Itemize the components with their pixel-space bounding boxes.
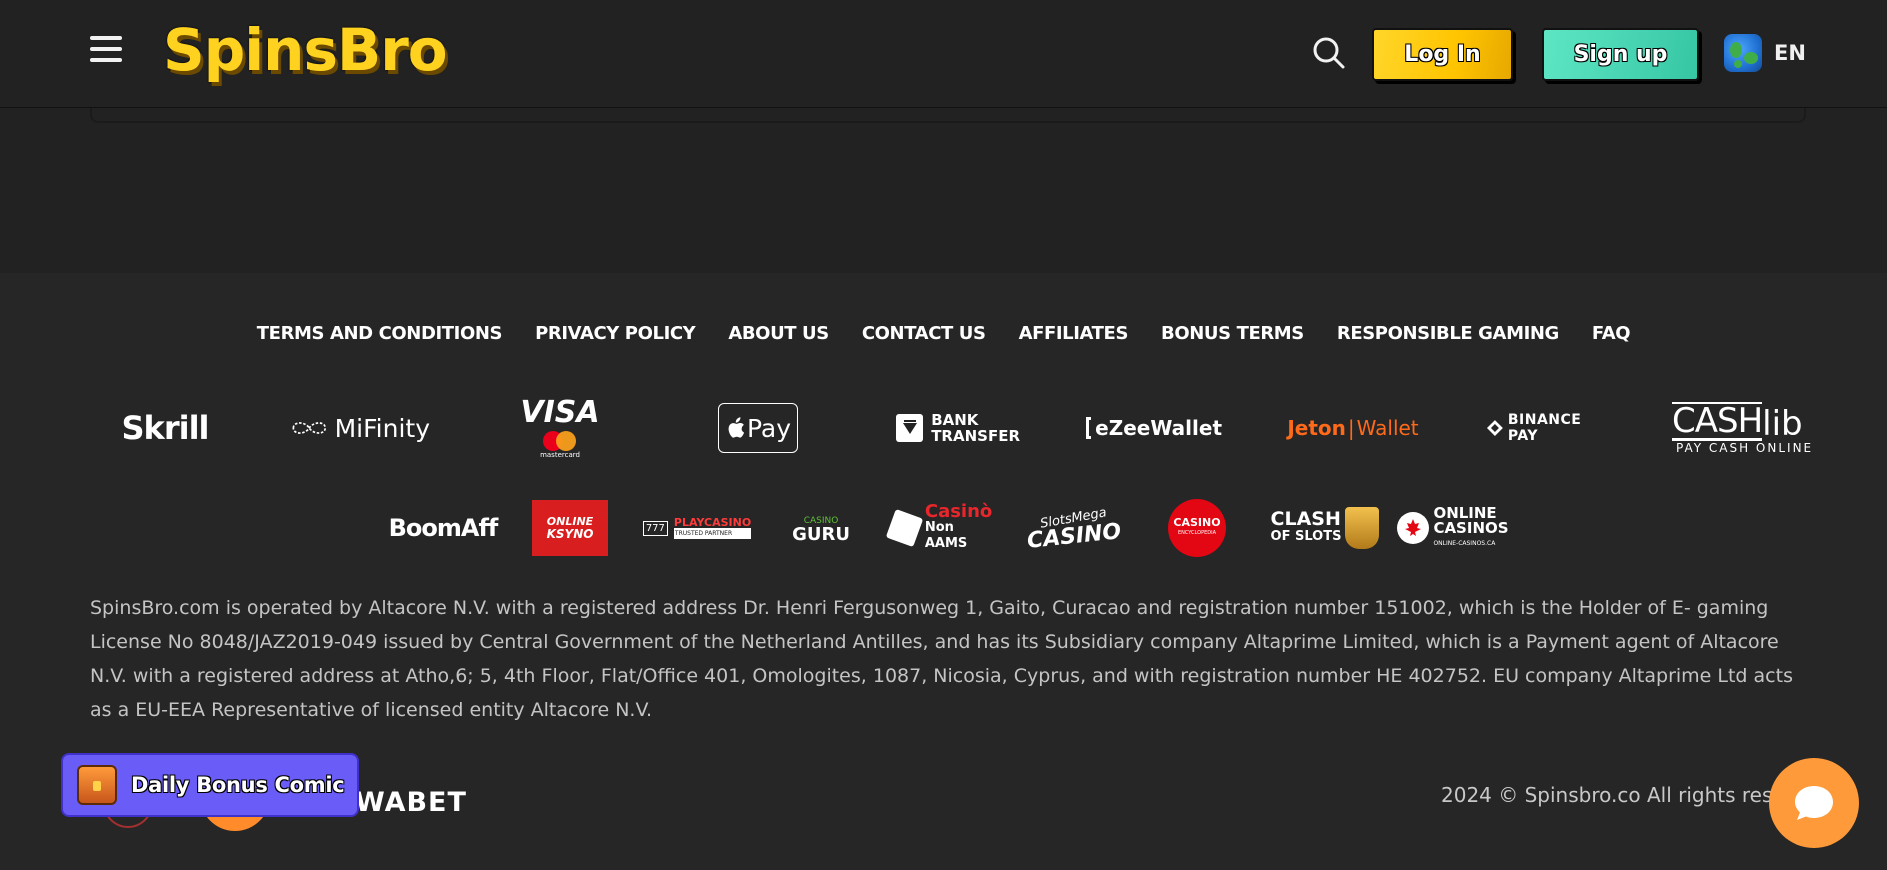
casino-guru-logo[interactable]: CASINO GURU: [790, 495, 852, 561]
skrill-logo: Skrill: [118, 388, 212, 468]
hamburger-menu-icon[interactable]: [90, 36, 124, 66]
dice-icon: [885, 508, 924, 548]
site-logo[interactable]: SpinsBro: [163, 12, 448, 88]
footer-nav: TERMS AND CONDITIONS PRIVACY POLICY ABOU…: [0, 323, 1887, 344]
wabet-logo[interactable]: WABET: [355, 787, 467, 818]
online-ksyno-logo[interactable]: ONLINE KSYNO: [532, 495, 608, 561]
boomaff-text: BoomAff: [388, 514, 499, 542]
signup-button[interactable]: Sign up: [1542, 28, 1699, 81]
cashlib-lib-text: lib: [1762, 403, 1803, 444]
globe-icon: [1724, 34, 1762, 72]
site-header: SpinsBro Log In Sign up EN: [0, 0, 1887, 108]
cashlib-sub-text: PAY CASH ONLINE: [1676, 440, 1814, 455]
clash-text: CLASH: [1270, 508, 1341, 530]
bank-transfer-logo: BANK TRANSFER: [896, 388, 1020, 468]
footer-link-terms[interactable]: TERMS AND CONDITIONS: [257, 323, 503, 344]
cashlib-logo: CASH lib PAY CASH ONLINE: [1672, 388, 1824, 468]
apple-icon: [728, 417, 745, 438]
partner-logos: BoomAff ONLINE KSYNO 777 PLAYCASINO TRUS…: [380, 495, 1520, 561]
footer-link-contact[interactable]: CONTACT US: [862, 323, 986, 344]
footer-link-faq[interactable]: FAQ: [1592, 323, 1631, 344]
footer-link-affiliates[interactable]: AFFILIATES: [1019, 323, 1129, 344]
bank-icon: [896, 414, 924, 442]
visa-text: VISA: [520, 395, 600, 430]
chat-button[interactable]: [1769, 758, 1859, 848]
clover-shield-icon: [1345, 507, 1380, 549]
jeton-wallet-logo: Jeton | Wallet: [1287, 416, 1419, 440]
ezeewallet-logo: eZeeWallet: [1086, 388, 1222, 468]
playcasino-logo[interactable]: 777 PLAYCASINO TRUSTED PARTNER: [638, 495, 756, 561]
daily-bonus-label: Daily Bonus Comic: [131, 773, 345, 797]
slotsmega-casino-text: CASINO: [1025, 519, 1123, 554]
bank-text: BANK: [931, 411, 979, 429]
daily-bonus-comic-button[interactable]: Daily Bonus Comic: [61, 753, 359, 817]
encyclopedia-casino-text: CASINO: [1173, 516, 1221, 529]
clash-of-slots-logo[interactable]: CLASH OF SLOTS: [1266, 495, 1384, 561]
transfer-text: TRANSFER: [931, 427, 1020, 445]
mifinity-logo: MiFinity: [290, 388, 430, 468]
casino-non-aams-logo[interactable]: Casinò Non AAMS: [885, 495, 998, 561]
boomaff-logo[interactable]: BoomAff: [384, 495, 502, 561]
footer-link-about[interactable]: ABOUT US: [728, 323, 829, 344]
apple-pay-text: Pay: [746, 413, 792, 443]
search-icon[interactable]: [1311, 35, 1347, 71]
mifinity-text: MiFinity: [334, 413, 430, 443]
ksyno-text: KSYNO: [546, 527, 594, 541]
playcasino-text: PLAYCASINO: [673, 516, 752, 529]
nonaams-text: Non AAMS: [924, 520, 968, 551]
mastercard-text: mastercard: [540, 451, 580, 459]
online-casinos-url-text: ONLINE-CASINOS.CA: [1433, 539, 1496, 547]
legal-text: SpinsBro.com is operated by Altacore N.V…: [90, 597, 1793, 721]
language-code: EN: [1774, 41, 1806, 65]
apple-pay-logo: Pay: [718, 388, 798, 468]
binance-text: BINANCE PAY: [1507, 412, 1582, 444]
infinity-icon: [292, 422, 327, 434]
skrill-text: Skrill: [121, 409, 209, 447]
maple-leaf-icon: [1397, 512, 1430, 544]
language-selector[interactable]: EN: [1724, 33, 1806, 73]
jeton-text: Jeton: [1287, 416, 1346, 440]
online-casinos-logo[interactable]: ONLINE CASINOS ONLINE-CASINOS.CA: [1394, 495, 1512, 561]
login-button[interactable]: Log In: [1372, 28, 1513, 81]
footer-link-responsible-gaming[interactable]: RESPONSIBLE GAMING: [1337, 323, 1559, 344]
mastercard-circles-icon: [543, 431, 577, 451]
treasure-chest-icon: [77, 765, 117, 805]
encyclopedia-text: ENCYCLOPEDIA: [1177, 530, 1217, 536]
casino-encyclopedia-logo[interactable]: CASINO ENCYCLOPEDIA: [1168, 495, 1226, 561]
wallet-text: Wallet: [1356, 416, 1419, 440]
footer-link-bonus-terms[interactable]: BONUS TERMS: [1161, 323, 1304, 344]
nonaams-casino-text: Casinò: [924, 501, 993, 522]
ezee-e-icon: [1086, 417, 1092, 439]
binance-pay-logo: BINANCE PAY: [1486, 388, 1616, 468]
slot-777-icon: 777: [642, 520, 668, 536]
payment-methods: Skrill MiFinity VISA mastercard Pay BANK…: [100, 388, 1840, 468]
ezeewallet-text: eZeeWallet: [1095, 416, 1222, 440]
footer-link-privacy[interactable]: PRIVACY POLICY: [535, 323, 696, 344]
slotsmega-casino-logo[interactable]: SlotsMega CASINO: [1020, 495, 1128, 561]
guru-text: GURU: [792, 524, 850, 545]
copyright-text: 2024 © Spinsbro.co All rights reserv: [1441, 783, 1805, 807]
cashlib-cash-text: CASH: [1672, 400, 1763, 441]
playcasino-sub-text: TRUSTED PARTNER: [673, 528, 752, 539]
casinos-text: CASINOS: [1433, 518, 1509, 537]
visa-mastercard-logo: VISA mastercard: [520, 388, 600, 468]
chat-icon: [1795, 786, 1833, 820]
binance-icon: [1486, 420, 1503, 436]
of-slots-text: OF SLOTS: [1270, 529, 1342, 544]
